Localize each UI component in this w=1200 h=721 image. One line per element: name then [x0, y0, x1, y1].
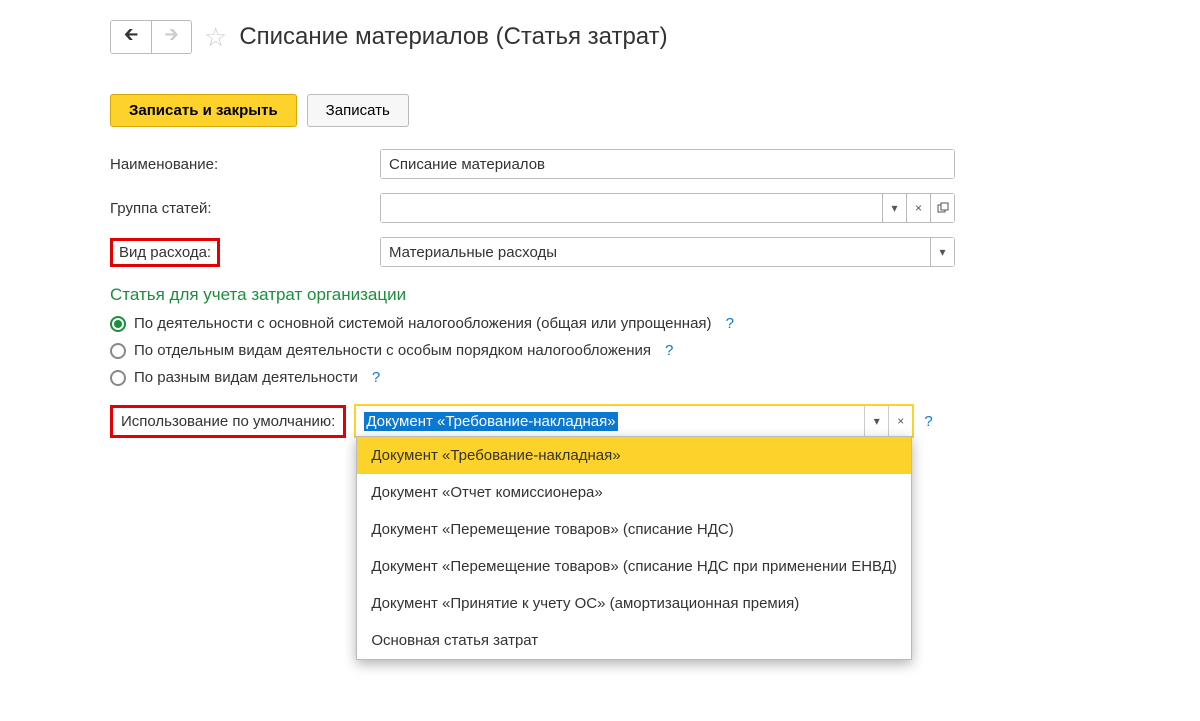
dropdown-icon[interactable]: ▾ [864, 406, 888, 436]
clear-icon[interactable]: × [906, 194, 930, 222]
help-icon[interactable]: ? [665, 342, 673, 359]
input-name-value[interactable]: Списание материалов [381, 150, 954, 178]
radio-label: По разным видам деятельности [134, 369, 358, 386]
input-name[interactable]: Списание материалов [380, 149, 955, 179]
help-icon[interactable]: ? [726, 315, 734, 332]
label-name: Наименование: [110, 156, 380, 173]
header-row: 🡰 🡲 ☆ Списание материалов (Статья затрат… [110, 20, 1090, 54]
input-expense-type[interactable]: Материальные расходы ▾ [380, 237, 955, 267]
page-title: Списание материалов (Статья затрат) [239, 23, 667, 51]
save-button[interactable]: Записать [307, 94, 409, 127]
label-default-usage: Использование по умолчанию: [110, 405, 346, 438]
toolbar: Записать и закрыть Записать [110, 94, 1090, 127]
help-icon[interactable]: ? [372, 369, 380, 386]
radio-row-1[interactable]: По отдельным видам деятельности с особым… [110, 342, 1090, 359]
dropdown-item[interactable]: Документ «Принятие к учету ОС» (амортиза… [357, 585, 911, 622]
label-expense-type: Вид расхода: [110, 238, 380, 267]
dropdown-item[interactable]: Документ «Требование-накладная» [357, 437, 911, 474]
nav-forward-button: 🡲 [151, 21, 191, 53]
row-default-usage: Использование по умолчанию: Документ «Тр… [110, 404, 1090, 438]
dropdown-item[interactable]: Документ «Отчет комиссионера» [357, 474, 911, 511]
dropdown-item[interactable]: Документ «Перемещение товаров» (списание… [357, 548, 911, 585]
selected-value: Документ «Требование-накладная» [364, 412, 617, 431]
save-and-close-button[interactable]: Записать и закрыть [110, 94, 297, 127]
row-group: Группа статей: ▾ × [110, 193, 1090, 223]
dropdown-icon[interactable]: ▾ [882, 194, 906, 222]
help-icon[interactable]: ? [924, 413, 932, 430]
row-expense-type: Вид расхода: Материальные расходы ▾ [110, 237, 1090, 267]
radio-icon[interactable] [110, 343, 126, 359]
row-name: Наименование: Списание материалов [110, 149, 1090, 179]
dropdown-icon[interactable]: ▾ [930, 238, 954, 266]
radio-label: По отдельным видам деятельности с особым… [134, 342, 651, 359]
clear-icon[interactable]: × [888, 406, 912, 436]
input-default-usage[interactable]: Документ «Требование-накладная» ▾ × Доку… [354, 404, 914, 438]
radio-row-0[interactable]: По деятельности с основной системой нало… [110, 315, 1090, 332]
dropdown-item[interactable]: Основная статья затрат [357, 622, 911, 659]
radio-label: По деятельности с основной системой нало… [134, 315, 712, 332]
radio-row-2[interactable]: По разным видам деятельности ? [110, 369, 1090, 386]
label-group: Группа статей: [110, 200, 380, 217]
nav-group: 🡰 🡲 [110, 20, 192, 54]
radio-icon[interactable] [110, 370, 126, 386]
dropdown-list: Документ «Требование-накладная» Документ… [356, 436, 912, 660]
favorite-star-icon[interactable]: ☆ [204, 22, 227, 53]
label-expense-type-highlight: Вид расхода: [110, 238, 220, 267]
input-group[interactable]: ▾ × [380, 193, 955, 223]
input-default-usage-value[interactable]: Документ «Требование-накладная» [356, 406, 864, 436]
input-group-value[interactable] [381, 194, 882, 222]
input-expense-type-value[interactable]: Материальные расходы [381, 238, 930, 266]
nav-back-button[interactable]: 🡰 [111, 21, 151, 53]
dropdown-item[interactable]: Документ «Перемещение товаров» (списание… [357, 511, 911, 548]
radio-icon[interactable] [110, 316, 126, 332]
section-title: Статья для учета затрат организации [110, 285, 1090, 305]
open-icon[interactable] [930, 194, 954, 222]
